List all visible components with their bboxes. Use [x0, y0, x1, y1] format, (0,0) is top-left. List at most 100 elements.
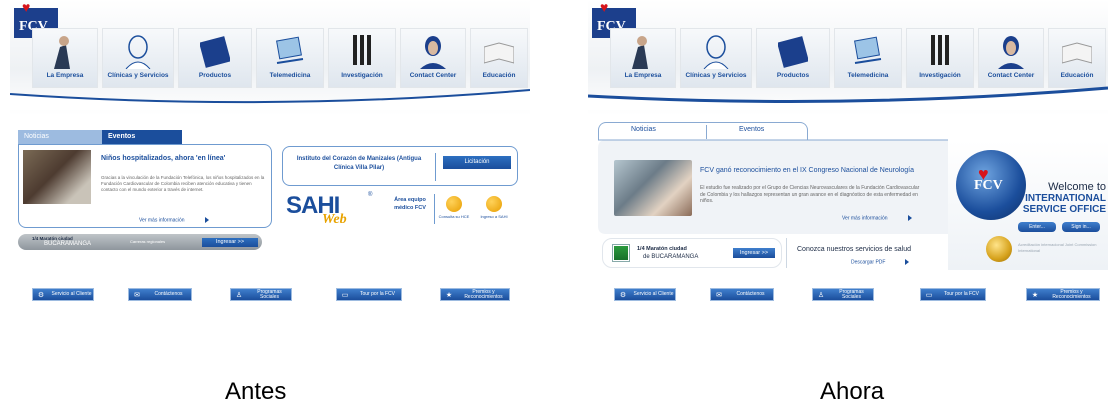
nav-label: Educación [482, 72, 516, 79]
servicio-cliente-button[interactable]: ⚙ Servicio al Cliente [614, 288, 676, 301]
news-tabs: Noticias Eventos [18, 130, 272, 144]
before-screenshot: ♥ FCV La Empresa Clínicas y Servicios Pro… [10, 0, 530, 340]
laptop-icon [854, 36, 882, 64]
test-tubes-icon [353, 35, 371, 65]
enter-button[interactable]: Enter... [1018, 222, 1056, 232]
caption-after: Ahora [820, 378, 885, 405]
ingresar-button[interactable]: Ingresar >> [733, 248, 775, 258]
programas-sociales-button[interactable]: ♙ Programas Sociales [812, 288, 874, 301]
sign-in-button[interactable]: Sign in... [1062, 222, 1100, 232]
news-title[interactable]: Niños hospitalizados, ahora 'en línea' [101, 155, 225, 162]
tab-eventos[interactable]: Eventos [102, 130, 182, 144]
nav-label: Telemedicina [847, 72, 889, 79]
descargar-pdf-link[interactable]: Descargar PDF [851, 259, 910, 265]
award-icon: ★ [1031, 291, 1039, 299]
maraton-banner: 1/4 Maratón ciudad de BUCARAMANGA Ingres… [602, 238, 782, 268]
news-body: Gracias a la vinculación de la Fundación… [101, 175, 265, 192]
nav-telemedicina[interactable]: Telemedicina [834, 28, 902, 88]
servicios-box: Conozca nuestros servicios de salud Desc… [786, 238, 956, 268]
person-icon: ♙ [817, 291, 825, 299]
heart-icon: ♥ [22, 1, 31, 16]
tab-noticias[interactable]: Noticias [631, 126, 656, 133]
headset-icon [998, 36, 1024, 69]
contactenos-button[interactable]: ✉ Contáctenos [710, 288, 774, 301]
news-title[interactable]: FCV ganó reconocimiento en el IX Congres… [700, 166, 920, 175]
arrow-right-icon[interactable] [486, 196, 502, 212]
test-tubes-icon [931, 35, 949, 65]
mail-icon: ✉ [134, 291, 140, 299]
main-nav: La Empresa Clínicas y Servicios Producto… [32, 28, 528, 88]
nav-educacion[interactable]: Educación [470, 28, 528, 88]
caption-before: Antes [225, 378, 287, 405]
contactenos-button[interactable]: ✉ Contáctenos [128, 288, 192, 301]
arrow-right-icon [204, 217, 209, 223]
servicio-cliente-button[interactable]: ⚙ Servicio al Cliente [32, 288, 94, 301]
award-icon: ★ [445, 291, 453, 299]
book-icon [200, 36, 230, 68]
ingresar-button[interactable]: Ingresar >> [202, 238, 258, 247]
open-book-icon [484, 42, 514, 64]
doctor-icon [125, 35, 151, 69]
welcome-text: Welcome to [1048, 181, 1106, 193]
nav-investigacion[interactable]: Investigación [328, 28, 396, 88]
gear-icon: ⚙ [619, 291, 627, 299]
header-swoosh [10, 89, 530, 110]
nav-productos[interactable]: Productos [178, 28, 252, 88]
nav-clinicas[interactable]: Clínicas y Servicios [102, 28, 174, 88]
laptop-icon [276, 36, 304, 64]
nav-investigacion[interactable]: Investigación [906, 28, 974, 88]
news-photo [614, 160, 692, 216]
consulta-hce-link[interactable]: Consulta su HCE [436, 214, 472, 219]
key-icon[interactable] [446, 196, 462, 212]
nav-telemedicina[interactable]: Telemedicina [256, 28, 324, 88]
more-info-link[interactable]: Ver más información [139, 217, 209, 223]
maraton-line1: 1/4 Maratón ciudad [637, 246, 687, 252]
headset-icon [420, 36, 446, 69]
nav-label: Educación [1060, 72, 1094, 79]
tab-noticias[interactable]: Noticias [18, 130, 102, 144]
sahi-web-logo[interactable]: SAHI Web ® [286, 190, 386, 230]
licitacion-button[interactable]: Licitación [443, 156, 511, 169]
maraton-banner: 1/4 Maratón ciudad BUCARAMANGA Carreras … [18, 234, 262, 250]
seal-text: Acreditación internacional Joint Commiss… [1018, 242, 1097, 253]
arrow-right-icon [907, 215, 912, 221]
runner-icon [613, 245, 629, 261]
ingreso-sahi-link[interactable]: Ingreso a SAHI [476, 214, 512, 219]
header-swoosh [588, 86, 1108, 110]
nav-contact-center[interactable]: Contact Center [978, 28, 1044, 88]
institute-name: Instituto del Corazón de Manizales (Anti… [296, 156, 422, 171]
tour-fcv-button[interactable]: ▭ Tour por la FCV [336, 288, 402, 301]
nav-la-empresa[interactable]: La Empresa [32, 28, 98, 88]
nav-la-empresa[interactable]: La Empresa [610, 28, 676, 88]
accreditation-seal-icon[interactable] [986, 236, 1012, 262]
open-book-icon [1062, 42, 1092, 64]
divider [706, 125, 707, 139]
news-box: Niños hospitalizados, ahora 'en línea' G… [18, 144, 272, 228]
nav-label: Clínicas y Servicios [685, 72, 747, 79]
nav-educacion[interactable]: Educación [1048, 28, 1106, 88]
nav-label: La Empresa [624, 72, 662, 79]
mail-icon: ✉ [716, 291, 722, 299]
nav-label: Productos [776, 72, 810, 79]
folder-icon: ▭ [925, 291, 933, 299]
nav-label: Investigación [919, 72, 961, 79]
tab-eventos[interactable]: Eventos [739, 126, 764, 133]
maraton-line2: BUCARAMANGA [44, 241, 92, 247]
premios-button[interactable]: ★ Premios y Reconocimientos [440, 288, 510, 301]
divider [434, 194, 435, 224]
tour-fcv-button[interactable]: ▭ Tour por la FCV [920, 288, 986, 301]
more-info-link[interactable]: Ver más información [842, 215, 912, 221]
nav-productos[interactable]: Productos [756, 28, 830, 88]
programas-sociales-button[interactable]: ♙ Programas Sociales [230, 288, 292, 301]
person-icon [632, 36, 648, 69]
doctor-icon [703, 35, 729, 69]
divider [435, 153, 436, 181]
premios-button[interactable]: ★ Premios y Reconocimientos [1026, 288, 1100, 301]
nav-contact-center[interactable]: Contact Center [400, 28, 466, 88]
nav-label: Contact Center [987, 72, 1035, 79]
nav-clinicas[interactable]: Clínicas y Servicios [680, 28, 752, 88]
nav-label: Investigación [341, 72, 383, 79]
header-banner: ♥ FCV La Empresa Clínicas y Servicios Pro… [588, 0, 1108, 115]
nav-label: Productos [198, 72, 232, 79]
maraton-note: Carreras regionales [130, 239, 166, 244]
